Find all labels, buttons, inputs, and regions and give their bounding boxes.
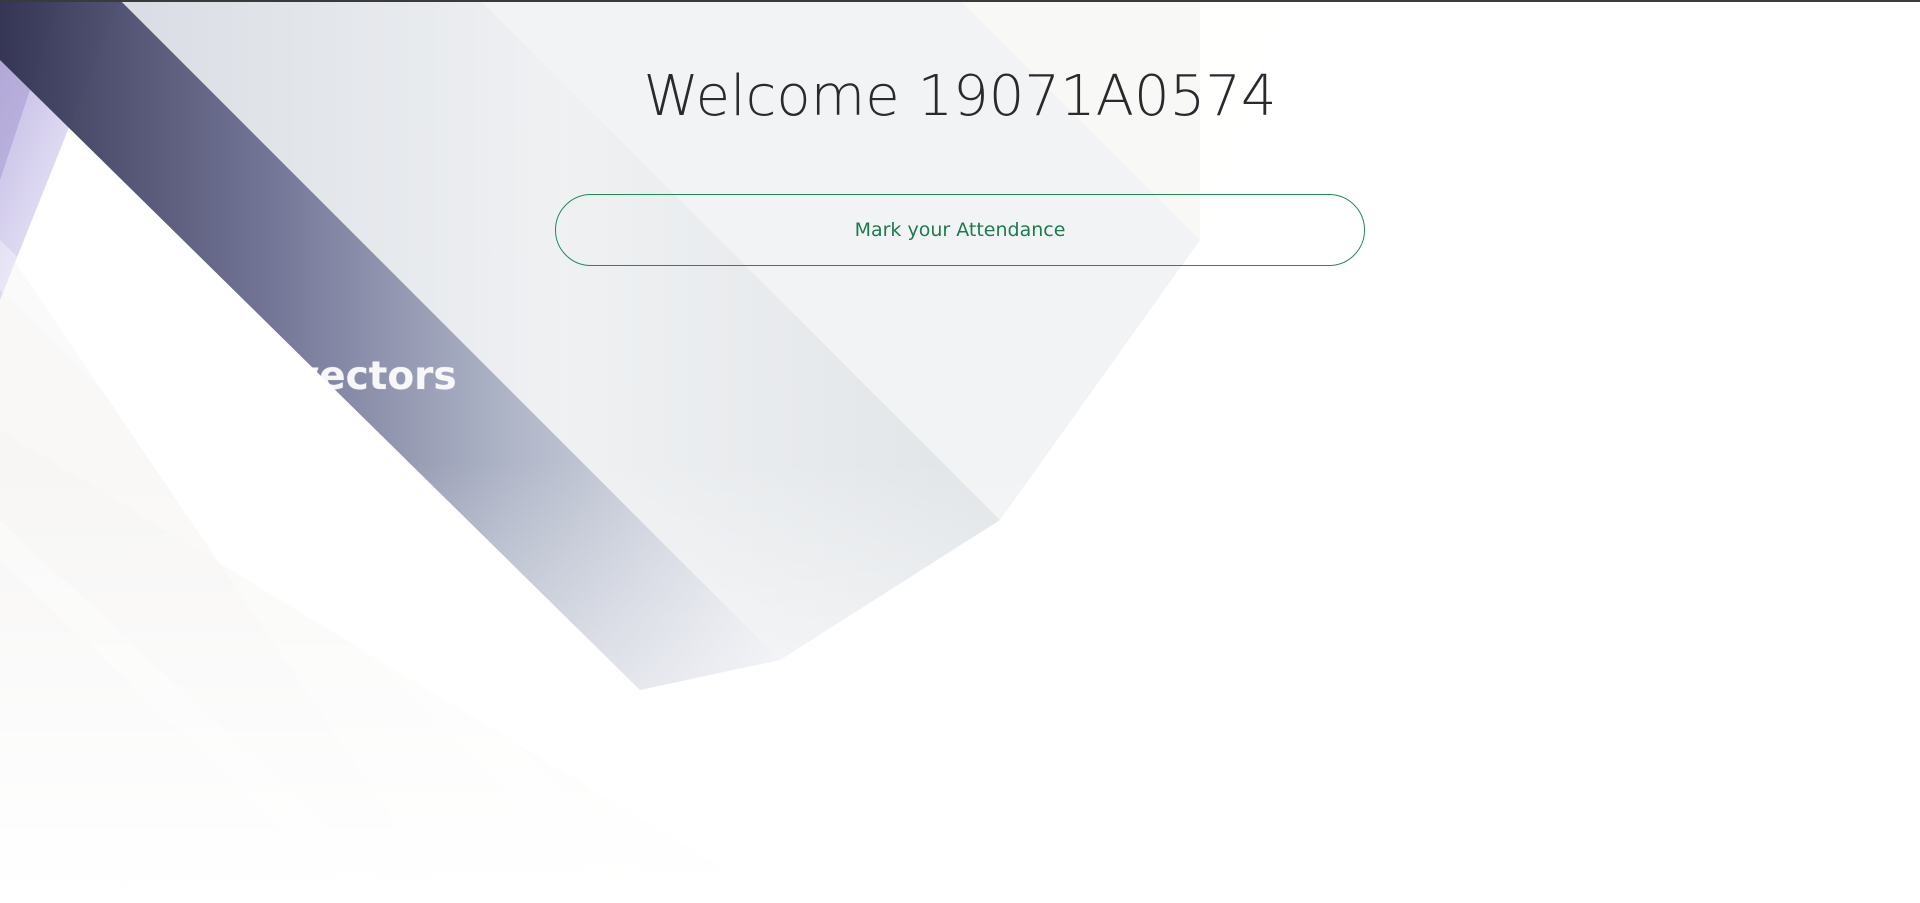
page-title: Welcome 19071A0574 bbox=[643, 64, 1277, 129]
background-graphic bbox=[0, 0, 1920, 903]
mark-attendance-button[interactable]: Mark your Attendance bbox=[555, 194, 1365, 266]
window-top-border bbox=[0, 0, 1920, 2]
watermark-text: 123Freevectors bbox=[116, 354, 457, 399]
